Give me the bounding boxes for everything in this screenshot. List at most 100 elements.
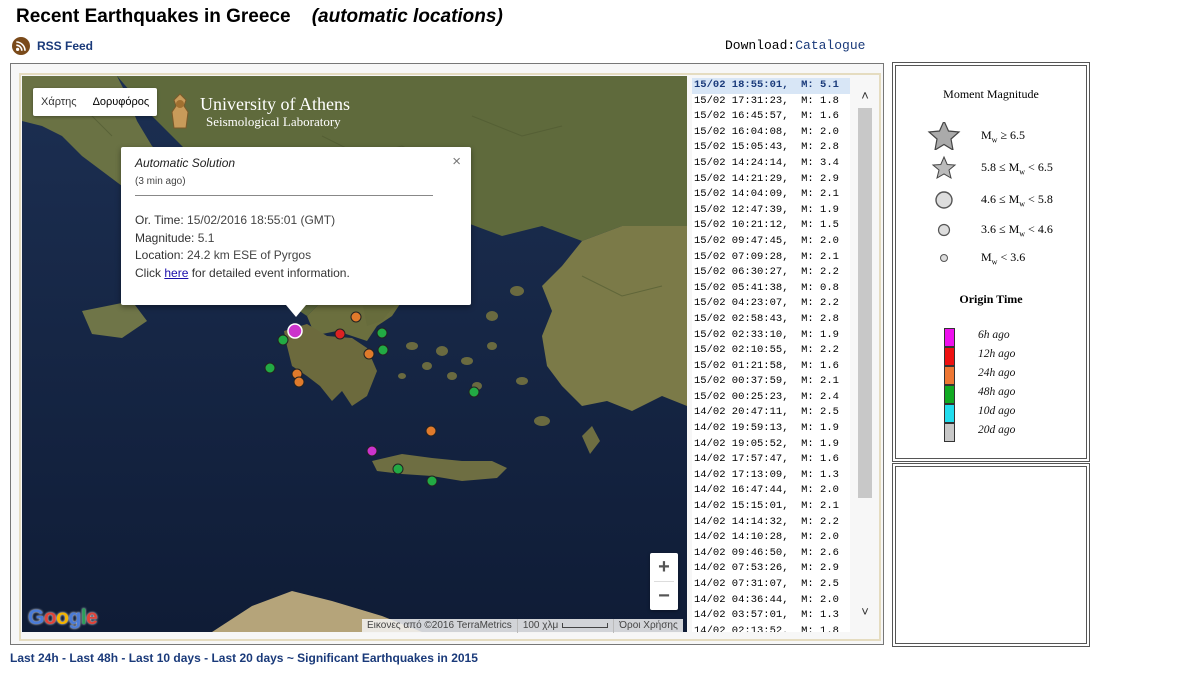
- star-large-icon: [927, 122, 961, 150]
- event-list-scrollbar[interactable]: ˄ ˅: [855, 84, 875, 622]
- event-row[interactable]: 15/02 09:47:45, M: 2.0: [692, 234, 850, 250]
- close-icon[interactable]: ×: [452, 153, 461, 170]
- event-row[interactable]: 15/02 16:04:08, M: 2.0: [692, 125, 850, 141]
- lab-name: Seismological Laboratory: [206, 113, 341, 129]
- event-row[interactable]: 15/02 15:05:43, M: 2.8: [692, 140, 850, 156]
- zoom-in-button[interactable]: +: [650, 553, 678, 581]
- event-row[interactable]: 15/02 05:41:38, M: 0.8: [692, 281, 850, 297]
- terms-of-use-link[interactable]: Όροι Χρήσης: [614, 619, 682, 633]
- origin-time-label: Or. Time:: [135, 213, 184, 227]
- last-48h-link[interactable]: Last 48h: [69, 651, 118, 665]
- map-scale[interactable]: 100 χλμ: [518, 619, 615, 633]
- event-row[interactable]: 14/02 14:14:32, M: 2.2: [692, 515, 850, 531]
- event-row[interactable]: 15/02 14:24:14, M: 3.4: [692, 156, 850, 172]
- quake-marker: [293, 376, 305, 388]
- scale-bar: [562, 622, 609, 628]
- event-row[interactable]: 15/02 17:31:23, M: 1.8: [692, 94, 850, 110]
- event-row[interactable]: 14/02 17:57:47, M: 1.6: [692, 452, 850, 468]
- rss-icon: [12, 37, 30, 55]
- origin-time-row: 20d ago: [896, 421, 1086, 442]
- athena-emblem-icon: [171, 93, 189, 129]
- legend-panel: Moment Magnitude Mw ≥ 6.5 5.8 ≤ Mw < 6.5…: [892, 62, 1090, 462]
- footer-nav: Last 24h - Last 48h - Last 10 days - Las…: [10, 651, 478, 665]
- event-row[interactable]: 14/02 15:15:01, M: 2.1: [692, 499, 850, 515]
- event-details-link[interactable]: here: [164, 266, 188, 280]
- event-row[interactable]: 14/02 03:57:01, M: 1.3: [692, 608, 850, 624]
- map-type-map-button[interactable]: Χάρτης: [33, 88, 85, 116]
- zoom-control: + −: [650, 553, 678, 610]
- legend-magnitude-row: 5.8 ≤ Mw < 6.5: [896, 154, 1086, 182]
- event-row[interactable]: 15/02 14:04:09, M: 2.1: [692, 187, 850, 203]
- scrollbar-thumb[interactable]: [858, 108, 872, 498]
- event-row[interactable]: 15/02 02:58:43, M: 2.8: [692, 312, 850, 328]
- quake-marker: [392, 463, 404, 475]
- quake-marker: [264, 362, 276, 374]
- event-row-selected[interactable]: 15/02 18:55:01, M: 5.1: [692, 78, 850, 94]
- legend-magnitude-row: 4.6 ≤ Mw < 5.8: [896, 186, 1086, 214]
- event-row[interactable]: 14/02 19:05:52, M: 1.9: [692, 437, 850, 453]
- secondary-panel: [892, 463, 1090, 647]
- event-row[interactable]: 15/02 04:23:07, M: 2.2: [692, 296, 850, 312]
- origin-time-row: 12h ago: [896, 345, 1086, 366]
- popup-title: Automatic Solution: [135, 156, 236, 170]
- quake-marker: [377, 344, 389, 356]
- event-row[interactable]: 15/02 00:37:59, M: 2.1: [692, 374, 850, 390]
- quake-marker-selected: [287, 323, 303, 339]
- catalogue-link[interactable]: Catalogue: [795, 38, 865, 53]
- zoom-out-button[interactable]: −: [650, 582, 678, 610]
- legend-magnitude-label: 5.8 ≤ Mw < 6.5: [981, 160, 1053, 177]
- last-24h-link[interactable]: Last 24h: [10, 651, 59, 665]
- location-value: 24.2 km ESE of Pyrgos: [187, 248, 312, 262]
- event-row[interactable]: 14/02 07:53:26, M: 2.9: [692, 561, 850, 577]
- scroll-down-icon[interactable]: ˅: [855, 604, 875, 620]
- event-row[interactable]: 14/02 16:47:44, M: 2.0: [692, 483, 850, 499]
- download: Download:Catalogue: [725, 38, 865, 53]
- event-row[interactable]: 14/02 02:13:52, M: 1.8: [692, 624, 850, 632]
- event-row[interactable]: 14/02 09:46:50, M: 2.6: [692, 546, 850, 562]
- event-row[interactable]: 15/02 01:21:58, M: 1.6: [692, 359, 850, 375]
- event-row[interactable]: 15/02 10:21:12, M: 1.5: [692, 218, 850, 234]
- last-20-days-link[interactable]: Last 20 days: [211, 651, 283, 665]
- origin-time-row: 48h ago: [896, 383, 1086, 404]
- significant-earthquakes-link[interactable]: Significant Earthquakes in 2015: [297, 651, 478, 665]
- rss-feed-link[interactable]: RSS Feed: [12, 37, 93, 55]
- popup-time-ago: (3 min ago): [135, 176, 186, 187]
- quake-marker: [350, 311, 362, 323]
- quake-marker: [425, 425, 437, 437]
- event-row[interactable]: 14/02 20:47:11, M: 2.5: [692, 405, 850, 421]
- event-row[interactable]: 14/02 07:31:07, M: 2.5: [692, 577, 850, 593]
- location-label: Location:: [135, 248, 184, 262]
- map-type-satellite-button[interactable]: Δορυφόρος: [85, 88, 158, 116]
- quake-marker: [366, 445, 378, 457]
- google-logo[interactable]: Google: [28, 606, 98, 630]
- event-row[interactable]: 15/02 12:47:39, M: 1.9: [692, 203, 850, 219]
- map-attribution: Εικονες από ©2016 TerraMetrics 100 χλμ Ό…: [362, 619, 683, 633]
- event-row[interactable]: 15/02 16:45:57, M: 1.6: [692, 109, 850, 125]
- event-row[interactable]: 14/02 19:59:13, M: 1.9: [692, 421, 850, 437]
- imagery-credit: Εικονες από ©2016 TerraMetrics: [362, 619, 518, 633]
- circle-small-icon: [940, 254, 948, 262]
- event-row[interactable]: 14/02 04:36:44, M: 2.0: [692, 593, 850, 609]
- circle-large-icon: [935, 191, 953, 209]
- event-row[interactable]: 15/02 00:25:23, M: 2.4: [692, 390, 850, 406]
- page-title: Recent Earthquakes in Greece (automatic …: [16, 6, 503, 28]
- last-10-days-link[interactable]: Last 10 days: [129, 651, 201, 665]
- event-row[interactable]: 14/02 14:10:28, M: 2.0: [692, 530, 850, 546]
- quake-marker: [334, 328, 346, 340]
- event-row[interactable]: 15/02 07:09:28, M: 2.1: [692, 250, 850, 266]
- event-row[interactable]: 15/02 06:30:27, M: 2.2: [692, 265, 850, 281]
- legend-magnitude-row: Mw ≥ 6.5: [896, 122, 1086, 150]
- quake-marker: [468, 386, 480, 398]
- scroll-up-icon[interactable]: ˄: [855, 88, 875, 104]
- rss-feed-label[interactable]: RSS Feed: [37, 39, 93, 53]
- quake-marker: [363, 348, 375, 360]
- event-row[interactable]: 15/02 02:10:55, M: 2.2: [692, 343, 850, 359]
- event-list: 15/02 18:55:01, M: 5.1 15/02 17:31:23, M…: [692, 78, 850, 632]
- event-row[interactable]: 15/02 02:33:10, M: 1.9: [692, 328, 850, 344]
- event-row[interactable]: 14/02 17:13:09, M: 1.3: [692, 468, 850, 484]
- origin-time-row: 10d ago: [896, 402, 1086, 423]
- university-logo: University of Athens Seismological Labor…: [168, 92, 350, 132]
- color-swatch-20d: [944, 423, 955, 442]
- event-row[interactable]: 15/02 14:21:29, M: 2.9: [692, 172, 850, 188]
- legend-magnitude-label: Mw ≥ 6.5: [981, 128, 1026, 145]
